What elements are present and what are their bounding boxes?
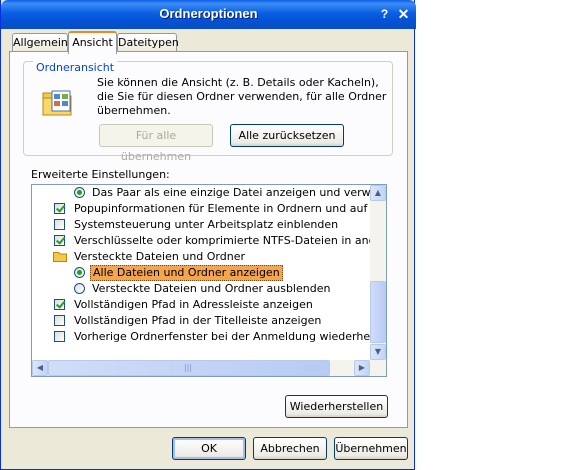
close-button[interactable]: ✕ — [393, 5, 414, 26]
scroll-left-button[interactable]: ◀ — [32, 360, 48, 376]
checkbox-icon[interactable] — [54, 219, 65, 230]
grip-icon: ||| — [184, 363, 193, 372]
scroll-up-button[interactable]: ▲ — [370, 185, 386, 201]
tab-ansicht[interactable]: Ansicht — [68, 31, 117, 54]
cancel-button[interactable]: Abbrechen — [253, 437, 327, 460]
list-item[interactable]: Vollständigen Pfad in der Titelleiste an… — [32, 313, 370, 329]
advanced-settings-list[interactable]: Das Paar als eine einzige Datei anzeigen… — [31, 184, 387, 377]
list-item[interactable]: Verschlüsselte oder komprimierte NTFS-Da… — [32, 233, 386, 249]
folder-view-legend: Ordneransicht — [33, 61, 118, 74]
chevron-up-icon: ▲ — [374, 188, 382, 197]
checkbox-icon[interactable] — [54, 203, 65, 214]
reset-all-folders-button[interactable]: Alle zurücksetzen — [230, 124, 344, 147]
folder-options-dialog: Ordneroptionen ? ✕ Allgemein Ansicht Dat… — [0, 0, 416, 470]
tab-allgemein[interactable]: Allgemein — [12, 33, 68, 53]
checkbox-icon[interactable] — [54, 315, 65, 326]
list-item[interactable]: Systemsteuerung unter Arbeitsplatz einbl… — [32, 217, 370, 233]
list-item[interactable]: Vollständigen Pfad in Adressleiste anzei… — [32, 297, 370, 313]
apply-button[interactable]: Übernehmen — [334, 437, 408, 460]
chevron-left-icon: ◀ — [36, 363, 44, 372]
list-item-folder[interactable]: Versteckte Dateien und Ordner — [32, 249, 370, 265]
scroll-down-button[interactable]: ▼ — [370, 344, 386, 360]
folder-options-icon — [42, 90, 72, 116]
apply-to-all-folders-button[interactable]: Für alle übernehmen — [99, 124, 213, 163]
advanced-settings-label: Erweiterte Einstellungen: — [31, 168, 170, 181]
window-title: Ordneroptionen — [159, 6, 258, 21]
list-item[interactable]: Das Paar als eine einzige Datei anzeigen… — [32, 185, 386, 201]
title-bar[interactable]: Ordneroptionen ? ✕ — [1, 0, 416, 29]
close-icon: ✕ — [397, 6, 410, 22]
restore-defaults-button[interactable]: Wiederherstellen — [285, 395, 388, 418]
help-button[interactable]: ? — [374, 5, 395, 26]
ok-button[interactable]: OK — [172, 437, 246, 460]
chevron-down-icon: ▼ — [374, 347, 382, 356]
list-item[interactable]: Vorherige Ordnerfenster bei der Anmeldun… — [32, 329, 386, 345]
vertical-scrollbar[interactable]: ▲ ▼ — [370, 185, 386, 360]
radio-icon[interactable] — [74, 283, 85, 294]
folder-icon — [53, 252, 67, 262]
list-item[interactable]: Versteckte Dateien und Ordner ausblenden — [32, 281, 370, 297]
scroll-right-button[interactable]: ▶ — [354, 360, 370, 376]
horizontal-scroll-thumb[interactable]: ||| — [48, 360, 330, 376]
checkbox-icon[interactable] — [54, 235, 65, 246]
tab-dateitypen[interactable]: Dateitypen — [117, 33, 179, 53]
chevron-right-icon: ▶ — [358, 363, 366, 372]
horizontal-scrollbar[interactable]: ◀ ||| ▶ — [32, 360, 386, 376]
radio-icon[interactable] — [74, 187, 85, 198]
vertical-scroll-thumb[interactable] — [370, 281, 386, 343]
list-item[interactable]: Popupinformationen für Elemente in Ordne… — [32, 201, 386, 217]
radio-icon[interactable] — [74, 267, 85, 278]
folder-view-description: Sie können die Ansicht (z. B. Details od… — [97, 76, 387, 117]
list-item[interactable]: Alle Dateien und Ordner anzeigen — [32, 265, 370, 281]
checkbox-icon[interactable] — [54, 331, 65, 342]
checkbox-icon[interactable] — [54, 299, 65, 310]
